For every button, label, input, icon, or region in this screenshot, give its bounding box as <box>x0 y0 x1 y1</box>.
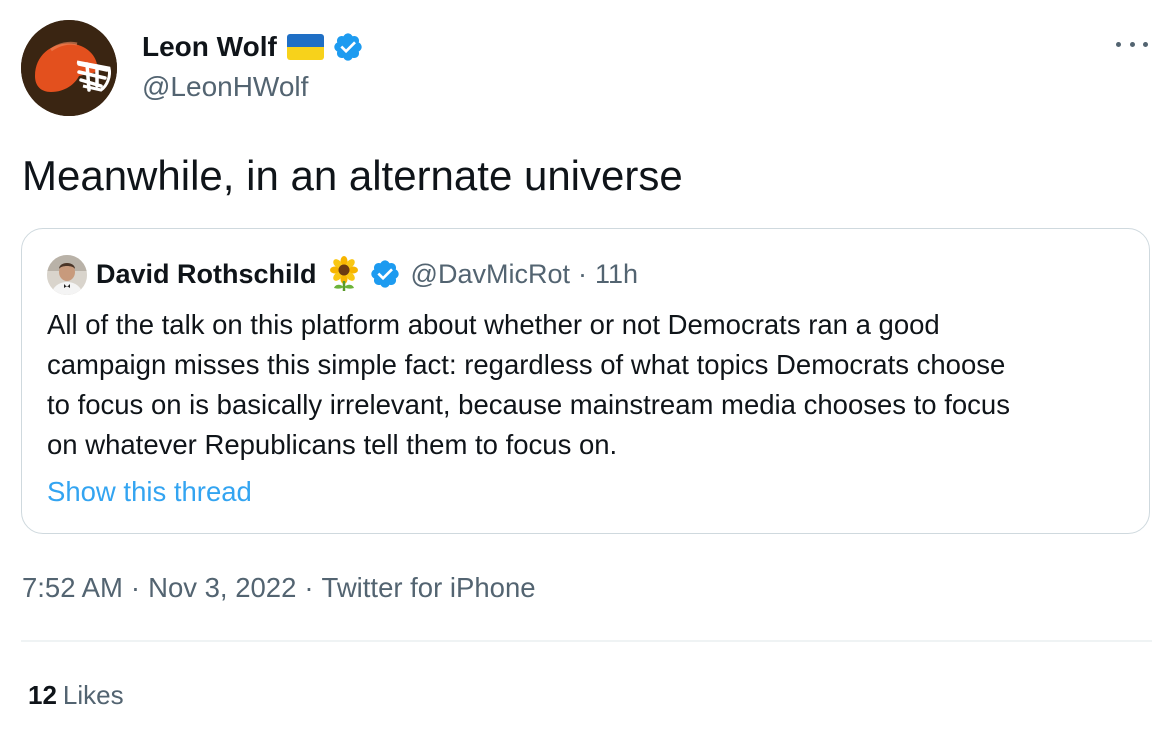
quoted-text-line: campaign misses this simple fact: regard… <box>47 349 1006 380</box>
likes-count: 12 <box>28 680 57 710</box>
separator-dot: · <box>304 572 314 603</box>
quoted-author-handle[interactable]: @DavMicRot <box>411 259 570 290</box>
author-display-name[interactable]: Leon Wolf <box>142 30 277 64</box>
divider <box>21 640 1152 642</box>
show-thread-link[interactable]: Show this thread <box>47 472 252 512</box>
quoted-tweet-time[interactable]: 11h <box>595 259 638 290</box>
quoted-tweet-text: All of the talk on this platform about w… <box>47 305 1132 465</box>
sunflower-icon <box>329 256 358 291</box>
football-helmet-icon <box>21 20 117 116</box>
likes-stat[interactable]: 12 Likes <box>28 677 124 713</box>
author-handle[interactable]: @LeonHWolf <box>142 70 308 104</box>
author-name-row: Leon Wolf <box>142 30 364 64</box>
likes-label: Likes <box>62 680 124 710</box>
tweet-date[interactable]: Nov 3, 2022 <box>148 572 296 603</box>
person-avatar-icon <box>47 255 87 295</box>
author-avatar[interactable] <box>21 20 117 116</box>
quoted-tweet-header: David Rothschild @DavMicRot · 11h <box>96 256 638 292</box>
separator-dot: · <box>130 572 141 603</box>
quoted-text-line: to focus on is basically irrelevant, bec… <box>47 389 1010 420</box>
ukraine-flag-icon <box>286 34 324 60</box>
tweet-meta: 7:52 AM · Nov 3, 2022 · Twitter for iPhone <box>22 570 536 606</box>
tweet-text: Meanwhile, in an alternate universe <box>22 152 683 199</box>
tweet-time[interactable]: 7:52 AM <box>22 572 123 603</box>
quoted-text-line: All of the talk on this platform about w… <box>47 309 940 340</box>
quoted-tweet-card[interactable]: David Rothschild @DavMicRot · 11h All of… <box>21 228 1150 534</box>
separator-dot: · <box>577 258 587 289</box>
quoted-author-name[interactable]: David Rothschild <box>96 259 317 290</box>
verified-badge-icon <box>334 33 362 61</box>
more-options-icon[interactable] <box>1116 34 1148 54</box>
tweet-source[interactable]: Twitter for iPhone <box>322 572 536 603</box>
quoted-author-avatar[interactable] <box>47 255 87 295</box>
verified-badge-icon <box>370 260 399 288</box>
quoted-text-line: on whatever Republicans tell them to foc… <box>47 429 618 460</box>
